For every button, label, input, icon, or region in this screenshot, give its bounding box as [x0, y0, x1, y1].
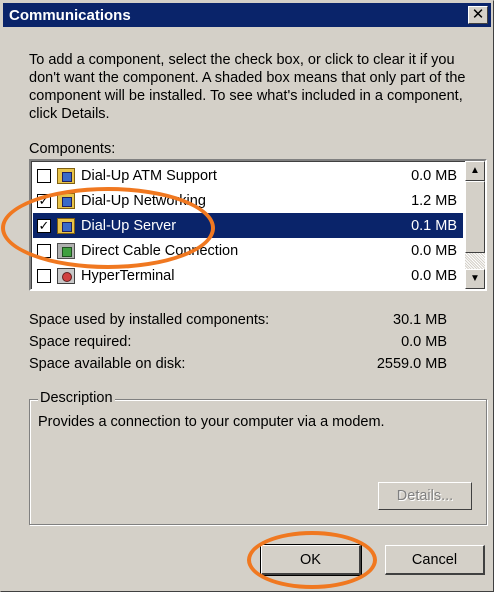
communications-dialog: Communications ✕ To add a component, sel…	[0, 0, 494, 592]
component-name: Dial-Up Server	[81, 217, 177, 234]
component-size: 0.0 MB	[411, 267, 457, 284]
space-used-value: 30.1 MB	[393, 312, 447, 328]
component-checkbox[interactable]: ✓	[37, 218, 51, 233]
component-name: Dial-Up Networking	[81, 192, 206, 209]
component-row[interactable]: ✓ Dial-Up Server 0.1 MB	[33, 213, 463, 238]
space-summary: Space used by installed components: 30.1…	[29, 309, 447, 375]
components-listbox[interactable]: Dial-Up ATM Support 0.0 MB ✓ Dial-Up Networ…	[29, 159, 487, 291]
description-group: Description Provides a connection to you…	[29, 390, 487, 525]
space-required-value: 0.0 MB	[401, 334, 447, 350]
space-used-row: Space used by installed components: 30.1…	[29, 309, 447, 331]
component-checkbox[interactable]	[37, 168, 51, 183]
details-button[interactable]: Details...	[378, 482, 472, 510]
component-size: 0.0 MB	[411, 167, 457, 184]
component-row[interactable]: HyperTerminal 0.0 MB	[33, 263, 463, 288]
component-checkbox[interactable]	[37, 243, 51, 258]
space-available-label: Space available on disk:	[29, 356, 186, 372]
component-icon	[57, 217, 75, 234]
component-name: Direct Cable Connection	[81, 242, 239, 259]
arrow-up-icon: ▲	[470, 165, 480, 176]
component-icon	[57, 192, 75, 209]
component-row[interactable]: ✓ Dial-Up Networking 1.2 MB	[33, 188, 463, 213]
space-used-label: Space used by installed components:	[29, 312, 270, 328]
cancel-button[interactable]: Cancel	[385, 545, 485, 575]
component-row[interactable]: Dial-Up ATM Support 0.0 MB	[33, 163, 463, 188]
close-button[interactable]: ✕	[468, 6, 488, 24]
component-row[interactable]: Direct Cable Connection 0.0 MB	[33, 238, 463, 263]
scroll-thumb[interactable]	[465, 181, 485, 253]
component-icon	[57, 167, 75, 184]
cable-icon	[57, 242, 75, 259]
arrow-down-icon: ▼	[470, 273, 480, 284]
title-bar: Communications ✕	[3, 3, 491, 27]
space-available-value: 2559.0 MB	[376, 356, 447, 372]
window-title: Communications	[9, 6, 131, 24]
terminal-icon	[57, 267, 75, 284]
component-name: HyperTerminal	[81, 267, 175, 284]
space-available-row: Space available on disk: 2559.0 MB	[29, 353, 447, 375]
component-size: 0.0 MB	[411, 242, 457, 259]
scroll-up-button[interactable]: ▲	[465, 161, 485, 181]
vertical-scrollbar[interactable]: ▲ ▼	[465, 161, 485, 289]
scroll-down-button[interactable]: ▼	[465, 269, 485, 289]
component-checkbox[interactable]: ✓	[37, 193, 51, 208]
component-checkbox[interactable]	[37, 268, 51, 283]
close-icon: ✕	[471, 6, 485, 23]
space-required-label: Space required:	[29, 334, 132, 350]
components-label: Components:	[29, 141, 116, 157]
ok-button[interactable]: OK	[260, 544, 362, 576]
components-list: Dial-Up ATM Support 0.0 MB ✓ Dial-Up Networ…	[33, 163, 463, 289]
intro-text: To add a component, select the check box…	[29, 52, 466, 122]
component-name: Dial-Up ATM Support	[81, 167, 217, 184]
description-title: Description	[38, 390, 115, 406]
space-required-row: Space required: 0.0 MB	[29, 331, 447, 353]
component-size: 0.1 MB	[411, 217, 457, 234]
description-text: Provides a connection to your computer v…	[38, 414, 385, 430]
component-size: 1.2 MB	[411, 192, 457, 209]
